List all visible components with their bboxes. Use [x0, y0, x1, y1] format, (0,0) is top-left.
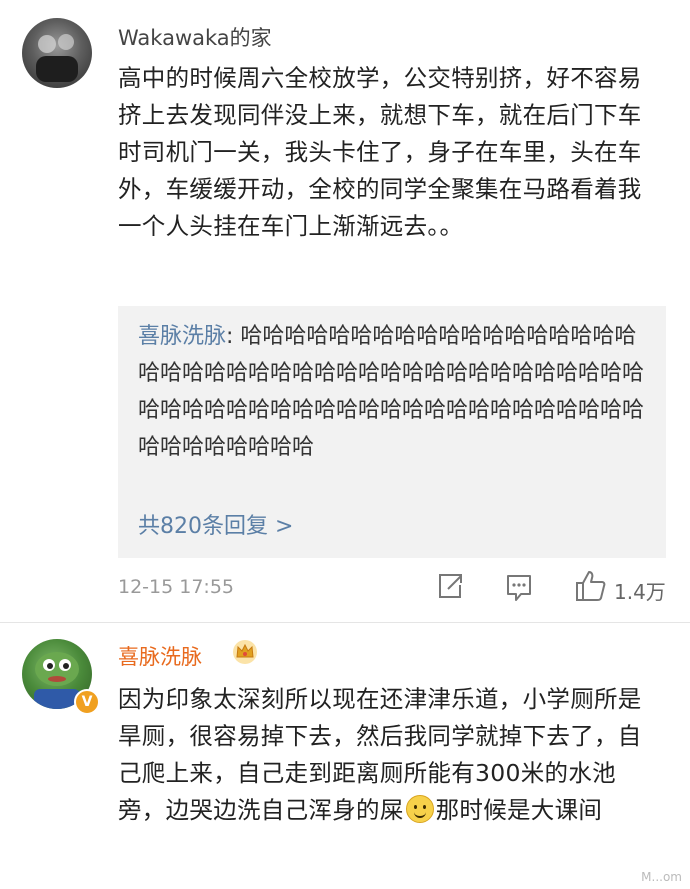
like-count: 1.4万	[614, 580, 666, 604]
comment-username[interactable]: 喜脉洗脉	[118, 641, 202, 671]
user-avatar[interactable]	[22, 18, 92, 88]
verified-badge: V	[74, 689, 100, 715]
share-icon[interactable]	[436, 571, 464, 605]
comment-card: V 喜脉洗脉 因为印象太深刻所以现在还津津乐道，小学厕所是旱厕，很容易掉下去，然…	[0, 622, 690, 889]
comment-card: Wakawaka的家 高中的时候周六全校放学，公交特别挤，好不容易挤上去发现同伴…	[0, 0, 690, 622]
reply-preview: 喜脉洗脉: 哈哈哈哈哈哈哈哈哈哈哈哈哈哈哈哈哈哈哈哈哈哈哈哈哈哈哈哈哈哈哈哈哈哈…	[138, 318, 654, 466]
thumbs-up-icon[interactable]	[574, 569, 608, 607]
crown-icon	[232, 639, 258, 665]
reply-separator: :	[226, 324, 241, 349]
comment-timestamp: 12-15 17:55	[118, 576, 235, 598]
comment-username[interactable]: Wakawaka的家	[118, 22, 272, 52]
watermark: M...om	[641, 870, 682, 884]
comment-text: 因为印象太深刻所以现在还津津乐道，小学厕所是旱厕，很容易掉下去，然后我同学就掉下…	[118, 681, 658, 829]
reply-username[interactable]: 喜脉洗脉	[138, 324, 226, 349]
smile-emoji-icon	[405, 795, 434, 823]
view-more-replies-link[interactable]: 共820条回复 >	[138, 508, 293, 540]
comment-text: 高中的时候周六全校放学，公交特别挤，好不容易挤上去发现同伴没上来，就想下车，就在…	[118, 64, 642, 240]
comment-icon[interactable]	[505, 573, 533, 607]
comment-text-part: 那时候是大课间	[435, 796, 603, 824]
reply-preview-box[interactable]: 喜脉洗脉: 哈哈哈哈哈哈哈哈哈哈哈哈哈哈哈哈哈哈哈哈哈哈哈哈哈哈哈哈哈哈哈哈哈哈…	[118, 306, 666, 558]
